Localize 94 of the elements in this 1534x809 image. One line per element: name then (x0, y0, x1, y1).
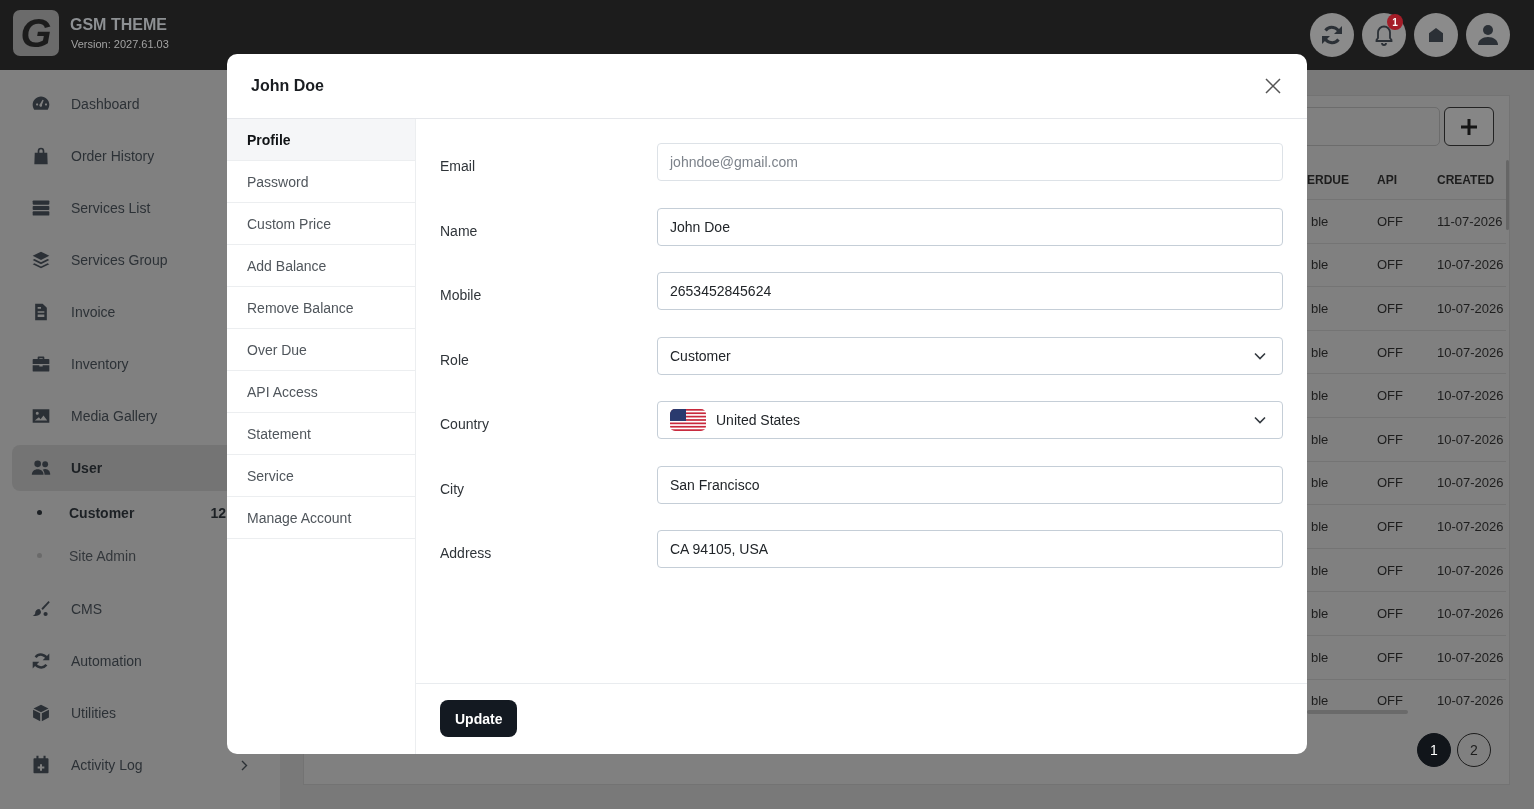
flag-icon (670, 409, 706, 431)
table-cell-text: OFF (1377, 213, 1404, 229)
table-cell-text: OFF (1377, 257, 1404, 273)
nav-tab[interactable]: Remove Balance (227, 287, 415, 329)
table-cell-text: OFF (1377, 649, 1404, 665)
table-cell-text: OFF (1377, 431, 1404, 447)
chevron-down-icon (1254, 416, 1266, 424)
table-cell-text: ble (1310, 475, 1330, 491)
select-field[interactable]: Customer (657, 336, 1283, 375)
input-field[interactable]: CA 94105, USA (657, 530, 1283, 568)
table-cell-text: ble (1310, 431, 1330, 447)
table-cell-text: 10-07-2026 (1437, 475, 1505, 491)
table-cell-text: ble (1310, 693, 1330, 709)
field-label: City (440, 479, 466, 497)
table-cell-text: ble (1310, 388, 1330, 404)
nav-tab[interactable]: Profile (227, 119, 415, 161)
plus-icon (1460, 117, 1478, 136)
calendar-icon (31, 755, 51, 775)
chevron-down-icon (1254, 351, 1266, 360)
house-icon (1428, 27, 1444, 43)
nav-tab[interactable]: Add Balance (227, 245, 415, 287)
logo: G (13, 10, 59, 56)
table-cell-text: ble (1310, 257, 1330, 273)
table-cell-text: 10-07-2026 (1437, 606, 1505, 622)
nav-tab[interactable]: Custom Price (227, 203, 415, 245)
table-cell-text: OFF (1377, 475, 1404, 491)
close-icon (1265, 78, 1281, 94)
table-cell-text: ble (1310, 562, 1330, 578)
modal-title: John Doe (251, 77, 324, 95)
field-label: Address (440, 544, 493, 561)
column-header: API (1377, 172, 1398, 187)
table-cell-text: 10-07-2026 (1437, 693, 1505, 709)
version-text: Version: 2027.61.03 (70, 38, 169, 50)
input-field[interactable]: John Doe (657, 207, 1283, 246)
table-cell-text: 10-07-2026 (1437, 649, 1505, 665)
briefcase-icon (31, 354, 51, 374)
table-cell-text: 10-07-2026 (1437, 388, 1505, 404)
nav-tab[interactable]: Statement (227, 413, 415, 455)
nav-tab[interactable]: API Access (227, 371, 415, 413)
app-title: GSM THEME (70, 16, 168, 34)
table-cell-text: OFF (1377, 606, 1404, 622)
nav-tab[interactable]: Service (227, 455, 415, 497)
update-button[interactable]: Update (440, 700, 518, 737)
table-cell-text: ble (1310, 518, 1330, 534)
table-cell-text: ble (1310, 649, 1330, 665)
table-cell-text: OFF (1377, 562, 1404, 578)
bag-icon (31, 146, 51, 166)
page-button[interactable]: 1 (1417, 733, 1451, 767)
bullet-icon (37, 510, 42, 515)
column-header: CREATED (1437, 172, 1496, 187)
field-label: Email (440, 157, 476, 174)
notifications-button[interactable]: 1 (1362, 13, 1406, 57)
sync-icon (1320, 23, 1344, 47)
field-label: Country (440, 415, 491, 432)
profile-button[interactable] (1466, 13, 1510, 57)
field-label: Mobile (440, 286, 483, 303)
nav-tab[interactable]: Over Due (227, 329, 415, 371)
table-cell-text: ble (1310, 344, 1330, 360)
table-cell-text: 11-07-2026 (1437, 213, 1504, 229)
table-cell-text: OFF (1377, 518, 1404, 534)
add-button[interactable] (1444, 107, 1494, 146)
input-field[interactable]: San Francisco (657, 465, 1283, 504)
users-icon (31, 458, 51, 478)
home-button[interactable] (1414, 13, 1458, 57)
brush-icon (31, 599, 51, 619)
nav-tab[interactable]: Manage Account (227, 497, 415, 539)
sync-icon (31, 651, 51, 671)
notification-badge: 1 (1387, 14, 1403, 30)
table-cell-text: 10-07-2026 (1437, 431, 1505, 447)
table-cell-text: ble (1310, 213, 1330, 229)
field-label: Name (440, 221, 479, 239)
cube-icon (31, 703, 51, 723)
country-select[interactable]: United States (657, 401, 1283, 439)
user-icon (1476, 23, 1500, 47)
layers-icon (31, 250, 51, 270)
table-cell-text: 10-07-2026 (1437, 257, 1505, 273)
field-label: Role (440, 350, 470, 368)
column-header: ERDUE (1307, 172, 1350, 187)
table-cell-text: 10-07-2026 (1437, 562, 1505, 578)
image-icon (31, 406, 51, 426)
table-cell-text: OFF (1377, 301, 1404, 316)
table-cell-text: OFF (1377, 693, 1404, 709)
nav-tab[interactable]: Password (227, 161, 415, 203)
input-field[interactable]: 2653452845624 (657, 272, 1283, 310)
table-cell-text: ble (1310, 606, 1330, 622)
table-cell-text: ble (1310, 301, 1330, 316)
table-cell-text: 10-07-2026 (1437, 518, 1505, 534)
table-cell-text: 10-07-2026 (1437, 301, 1505, 316)
table-cell-text: OFF (1377, 344, 1404, 360)
table-cell-text: 10-07-2026 (1437, 344, 1505, 360)
item-count: 12 (210, 504, 226, 521)
server-icon (31, 198, 51, 218)
refresh-button[interactable] (1310, 13, 1354, 57)
table-cell-text: OFF (1377, 388, 1404, 404)
